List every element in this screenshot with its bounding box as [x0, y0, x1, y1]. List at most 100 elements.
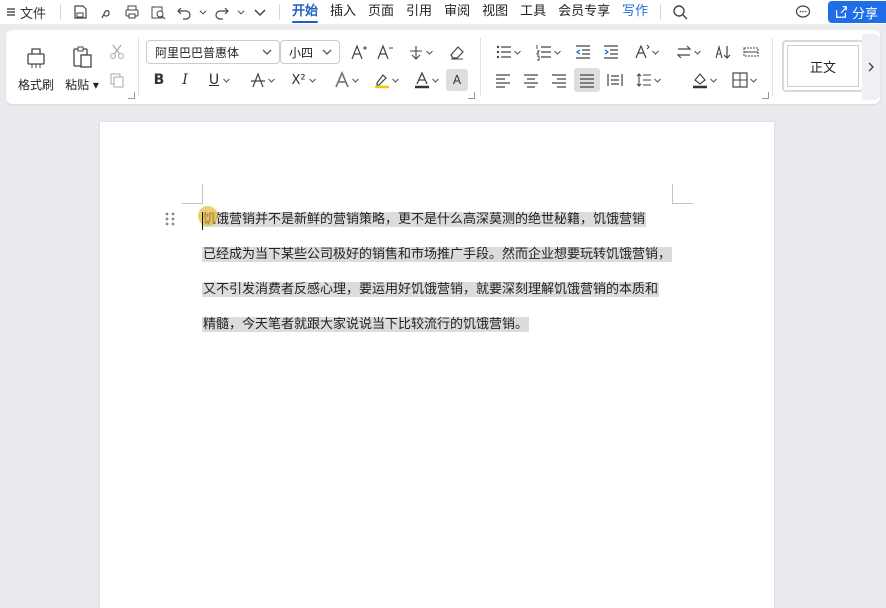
quick-access-more-button[interactable]	[247, 1, 273, 23]
clear-format-button[interactable]	[444, 40, 470, 64]
drag-handle-icon[interactable]	[164, 211, 176, 227]
font-name-select[interactable]: 阿里巴巴普惠体	[146, 40, 280, 64]
indent-icon	[604, 45, 618, 59]
margin-marker	[202, 184, 203, 204]
selected-text[interactable]: 精髓，今天笔者就跟大家说说当下比较流行的饥饿营销。	[202, 317, 530, 332]
convert-button[interactable]	[670, 40, 706, 64]
paragraph-line: 饥饿营销并不是新鲜的营销策略，更不是什么高深莫测的绝世秘籍，饥饿营销	[202, 208, 680, 243]
tab-member[interactable]: 会员专享	[552, 0, 616, 24]
undo-button[interactable]	[171, 1, 197, 23]
align-distributed-icon	[607, 74, 623, 86]
redo-button[interactable]	[209, 1, 235, 23]
tab-page[interactable]: 页面	[362, 0, 400, 24]
style-normal-preview: 正文	[787, 45, 859, 87]
pdf-icon	[101, 10, 110, 19]
format-painter-button[interactable]: 格式刷	[14, 36, 58, 100]
shading-button[interactable]	[686, 68, 722, 92]
align-left-icon	[496, 74, 510, 88]
print-preview-button[interactable]	[145, 1, 171, 23]
font-launcher[interactable]	[468, 92, 475, 99]
search-icon	[673, 5, 688, 20]
align-right-button[interactable]	[546, 68, 572, 92]
divider	[138, 38, 139, 96]
selected-text[interactable]: 又不引发消费者反感心理，要运用好饥饿营销，就要深刻理解饥饿营销的本质和	[202, 282, 660, 297]
strikethrough-button[interactable]	[244, 68, 280, 92]
undo-dropdown[interactable]	[197, 1, 209, 23]
divider	[480, 38, 481, 96]
swap-icon	[676, 45, 691, 59]
increase-font-button[interactable]	[346, 40, 372, 64]
tab-home[interactable]: 开始	[286, 0, 324, 24]
body-paragraph[interactable]: 饥饿营销并不是新鲜的营销策略，更不是什么高深莫测的绝世秘籍，饥饿营销 已经成为当…	[202, 208, 680, 348]
increase-indent-button[interactable]	[598, 40, 624, 64]
highlight-button[interactable]	[368, 68, 404, 92]
table-grid-icon	[743, 47, 759, 57]
bold-button[interactable]: B	[146, 68, 172, 92]
ribbon-tabs: 开始 插入 页面 引用 审阅 视图 工具 会员专享 写作	[286, 0, 654, 24]
align-center-button[interactable]	[518, 68, 544, 92]
selected-text[interactable]: 饥饿营销并不是新鲜的营销策略，更不是什么高深莫测的绝世秘籍，饥饿营销	[202, 212, 647, 227]
strikethrough-icon	[250, 72, 265, 88]
chevron-down-icon	[223, 78, 230, 83]
font-color-button[interactable]	[408, 68, 444, 92]
char-direction-button[interactable]	[628, 40, 664, 64]
document-page[interactable]: 饥饿营销并不是新鲜的营销策略，更不是什么高深莫测的绝世秘籍，饥饿营销 已经成为当…	[100, 122, 774, 608]
comment-button[interactable]	[790, 1, 816, 23]
print-button[interactable]	[119, 1, 145, 23]
ribbon-home: 格式刷 粘贴 ▾ 阿里巴巴普惠体 小四 B I U X² A 正文	[6, 30, 880, 104]
bullets-button[interactable]	[490, 40, 526, 64]
borders-button[interactable]	[726, 68, 762, 92]
tab-review[interactable]: 审阅	[438, 0, 476, 24]
copy-button[interactable]	[104, 68, 130, 92]
cut-button[interactable]	[104, 40, 130, 64]
text-effect-button[interactable]	[328, 68, 364, 92]
export-pdf-button[interactable]	[93, 1, 119, 23]
clipboard-launcher[interactable]	[128, 92, 135, 99]
share-button[interactable]: 分享	[827, 1, 886, 23]
paste-button[interactable]: 粘贴 ▾	[60, 36, 104, 100]
copy-icon	[110, 73, 124, 88]
redo-dropdown[interactable]	[235, 1, 247, 23]
phonetic-guide-button[interactable]	[402, 40, 438, 64]
chat-bubble-icon	[795, 5, 811, 18]
save-button[interactable]	[67, 1, 93, 23]
file-menu[interactable]: 文件	[0, 3, 54, 22]
sort-button[interactable]	[710, 40, 736, 64]
decrease-font-button[interactable]	[372, 40, 398, 64]
distributed-align-button[interactable]	[602, 68, 628, 92]
tab-view[interactable]: 视图	[476, 0, 514, 24]
tab-insert[interactable]: 插入	[324, 0, 362, 24]
style-normal[interactable]: 正文	[782, 40, 864, 92]
outdent-icon	[575, 45, 590, 59]
italic-button[interactable]: I	[172, 68, 198, 92]
align-left-button[interactable]	[490, 68, 516, 92]
border-grid-icon	[731, 72, 748, 88]
tab-references[interactable]: 引用	[400, 0, 438, 24]
character-shading-button[interactable]: A	[446, 69, 468, 91]
superscript-glyph: X²	[291, 72, 306, 88]
styles-more-button[interactable]	[862, 34, 880, 100]
font-color-icon	[414, 71, 429, 89]
margin-marker	[673, 203, 693, 204]
search-button[interactable]	[667, 1, 693, 23]
line-spacing-button[interactable]	[630, 68, 666, 92]
tab-tools[interactable]: 工具	[514, 0, 552, 24]
selected-text[interactable]: 已经成为当下某些公司极好的销售和市场推广手段。然而企业想要玩转饥饿营销，	[202, 247, 673, 262]
chevron-down-icon	[262, 49, 272, 55]
chevron-down-icon	[651, 50, 659, 55]
numbering-button[interactable]	[530, 40, 566, 64]
chevron-down-icon	[553, 50, 561, 55]
justify-button[interactable]	[574, 68, 600, 92]
tab-writing[interactable]: 写作	[616, 0, 654, 24]
mouse-cursor-indicator	[198, 206, 218, 226]
align-justify-icon	[580, 74, 594, 88]
show-marks-button[interactable]	[738, 40, 764, 64]
paragraph-launcher[interactable]	[762, 92, 769, 99]
redo-icon	[215, 7, 229, 20]
font-size-select[interactable]: 小四	[280, 40, 340, 64]
superscript-button[interactable]: X²	[286, 68, 322, 92]
bullet-list-icon	[496, 45, 511, 59]
line-spacing-icon	[636, 73, 651, 87]
decrease-indent-button[interactable]	[570, 40, 596, 64]
underline-button[interactable]: U	[202, 68, 238, 92]
